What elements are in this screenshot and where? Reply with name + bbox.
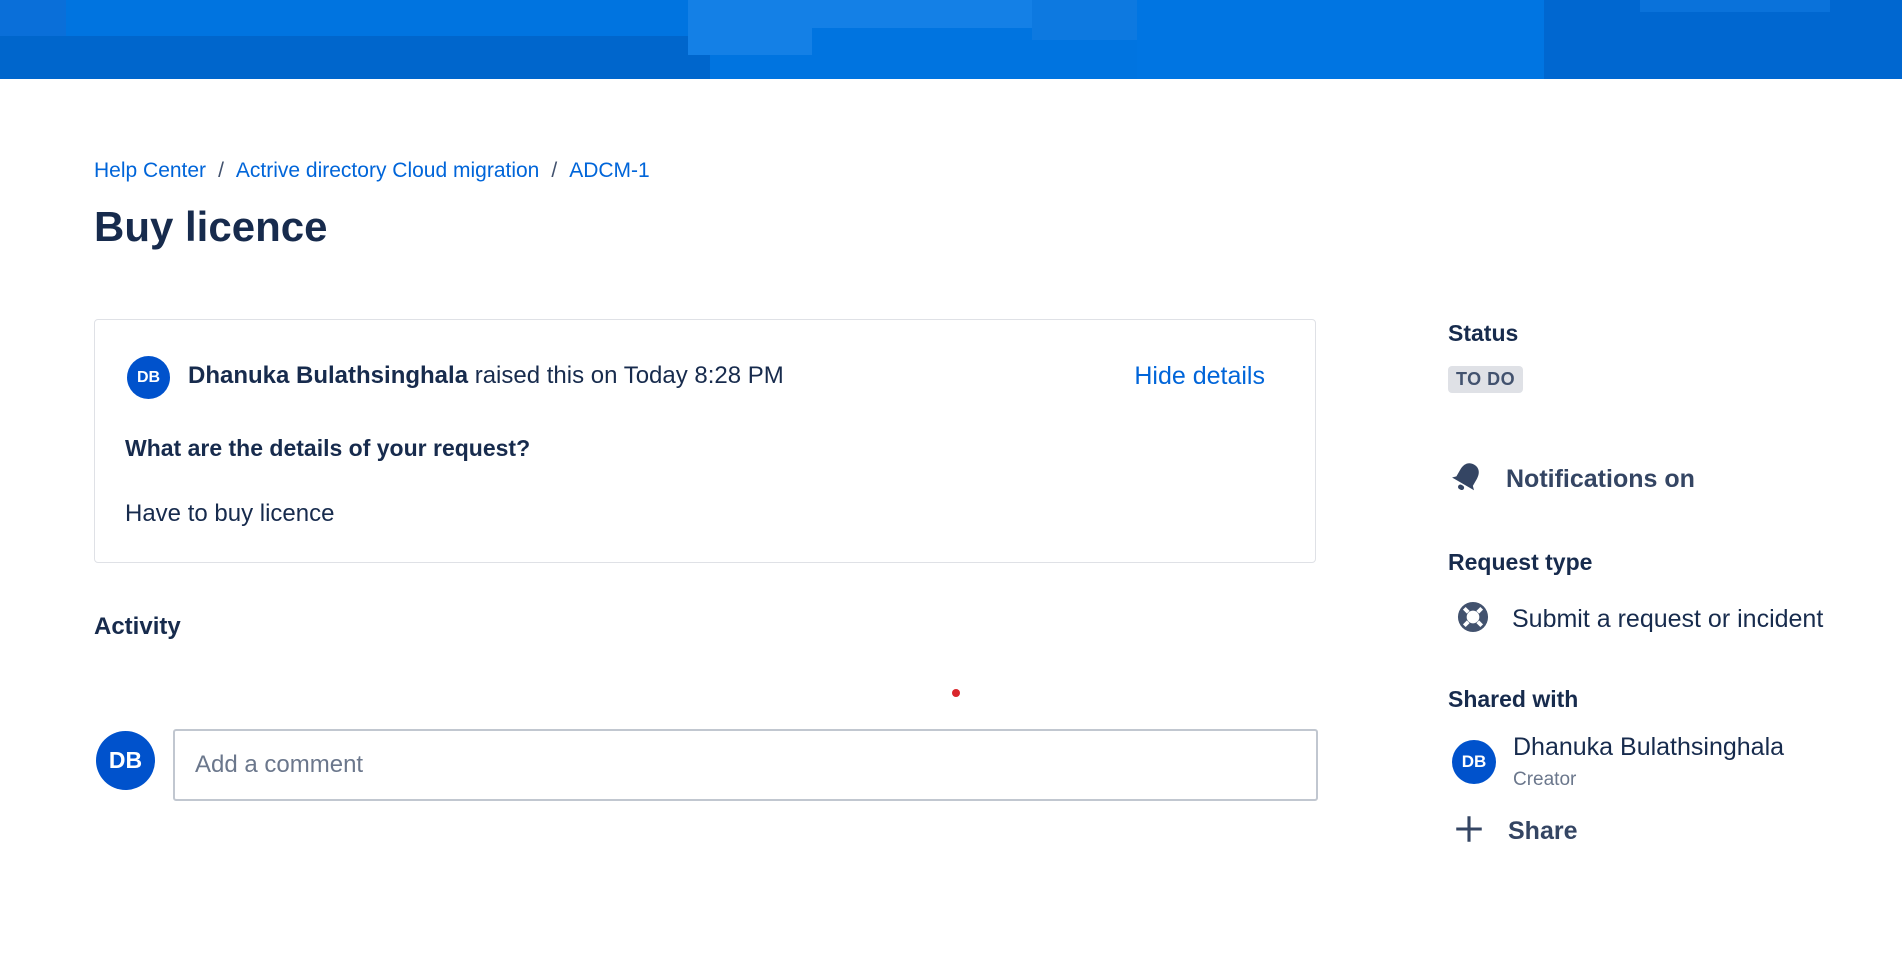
request-sidebar: Status TO DO Notifications on Request ty…: [1448, 0, 1902, 954]
details-answer: Have to buy licence: [125, 500, 335, 527]
commenter-avatar: DB: [96, 731, 155, 790]
details-question: What are the details of your request?: [125, 435, 531, 461]
breadcrumb-project[interactable]: Actrive directory Cloud migration: [236, 159, 539, 182]
shared-with-label: Shared with: [1448, 686, 1579, 712]
shared-user-role: Creator: [1513, 769, 1577, 790]
status-badge: TO DO: [1448, 366, 1524, 393]
reporter-avatar: DB: [127, 356, 170, 399]
request-type-label: Request type: [1448, 549, 1593, 575]
reporter-name: Dhanuka Bulathsinghala: [188, 362, 469, 389]
raised-timestamp: raised this on Today 8:28 PM: [474, 362, 784, 389]
page-title: Buy licence: [94, 203, 328, 250]
bell-icon: [1448, 458, 1486, 501]
notifications-label: Notifications on: [1506, 465, 1695, 493]
share-button[interactable]: Share: [1452, 812, 1577, 851]
request-type-value: Submit a request or incident: [1454, 598, 1823, 641]
cursor-dot: [952, 689, 960, 697]
add-comment-input[interactable]: [173, 729, 1318, 801]
breadcrumb-separator: /: [551, 159, 558, 182]
lifebuoy-icon: [1454, 598, 1492, 641]
breadcrumb-help-center[interactable]: Help Center: [94, 159, 206, 182]
shared-user-avatar: DB: [1452, 740, 1496, 784]
raised-by-line: Dhanuka Bulathsinghala raised this on To…: [188, 362, 784, 390]
plus-icon: [1452, 812, 1486, 851]
request-details-card: DB Dhanuka Bulathsinghala raised this on…: [94, 319, 1316, 563]
breadcrumb: Help Center / Actrive directory Cloud migr…: [94, 159, 650, 183]
breadcrumb-separator: /: [218, 159, 224, 182]
shared-user-name: Dhanuka Bulathsinghala: [1513, 733, 1785, 761]
hide-details-link[interactable]: Hide details: [1134, 362, 1265, 391]
request-type-text: Submit a request or incident: [1512, 605, 1824, 633]
status-label: Status: [1448, 320, 1519, 346]
activity-heading: Activity: [94, 613, 181, 640]
share-label: Share: [1508, 817, 1578, 845]
notifications-toggle[interactable]: Notifications on: [1448, 458, 1695, 501]
breadcrumb-issue-key[interactable]: ADCM-1: [569, 159, 650, 182]
